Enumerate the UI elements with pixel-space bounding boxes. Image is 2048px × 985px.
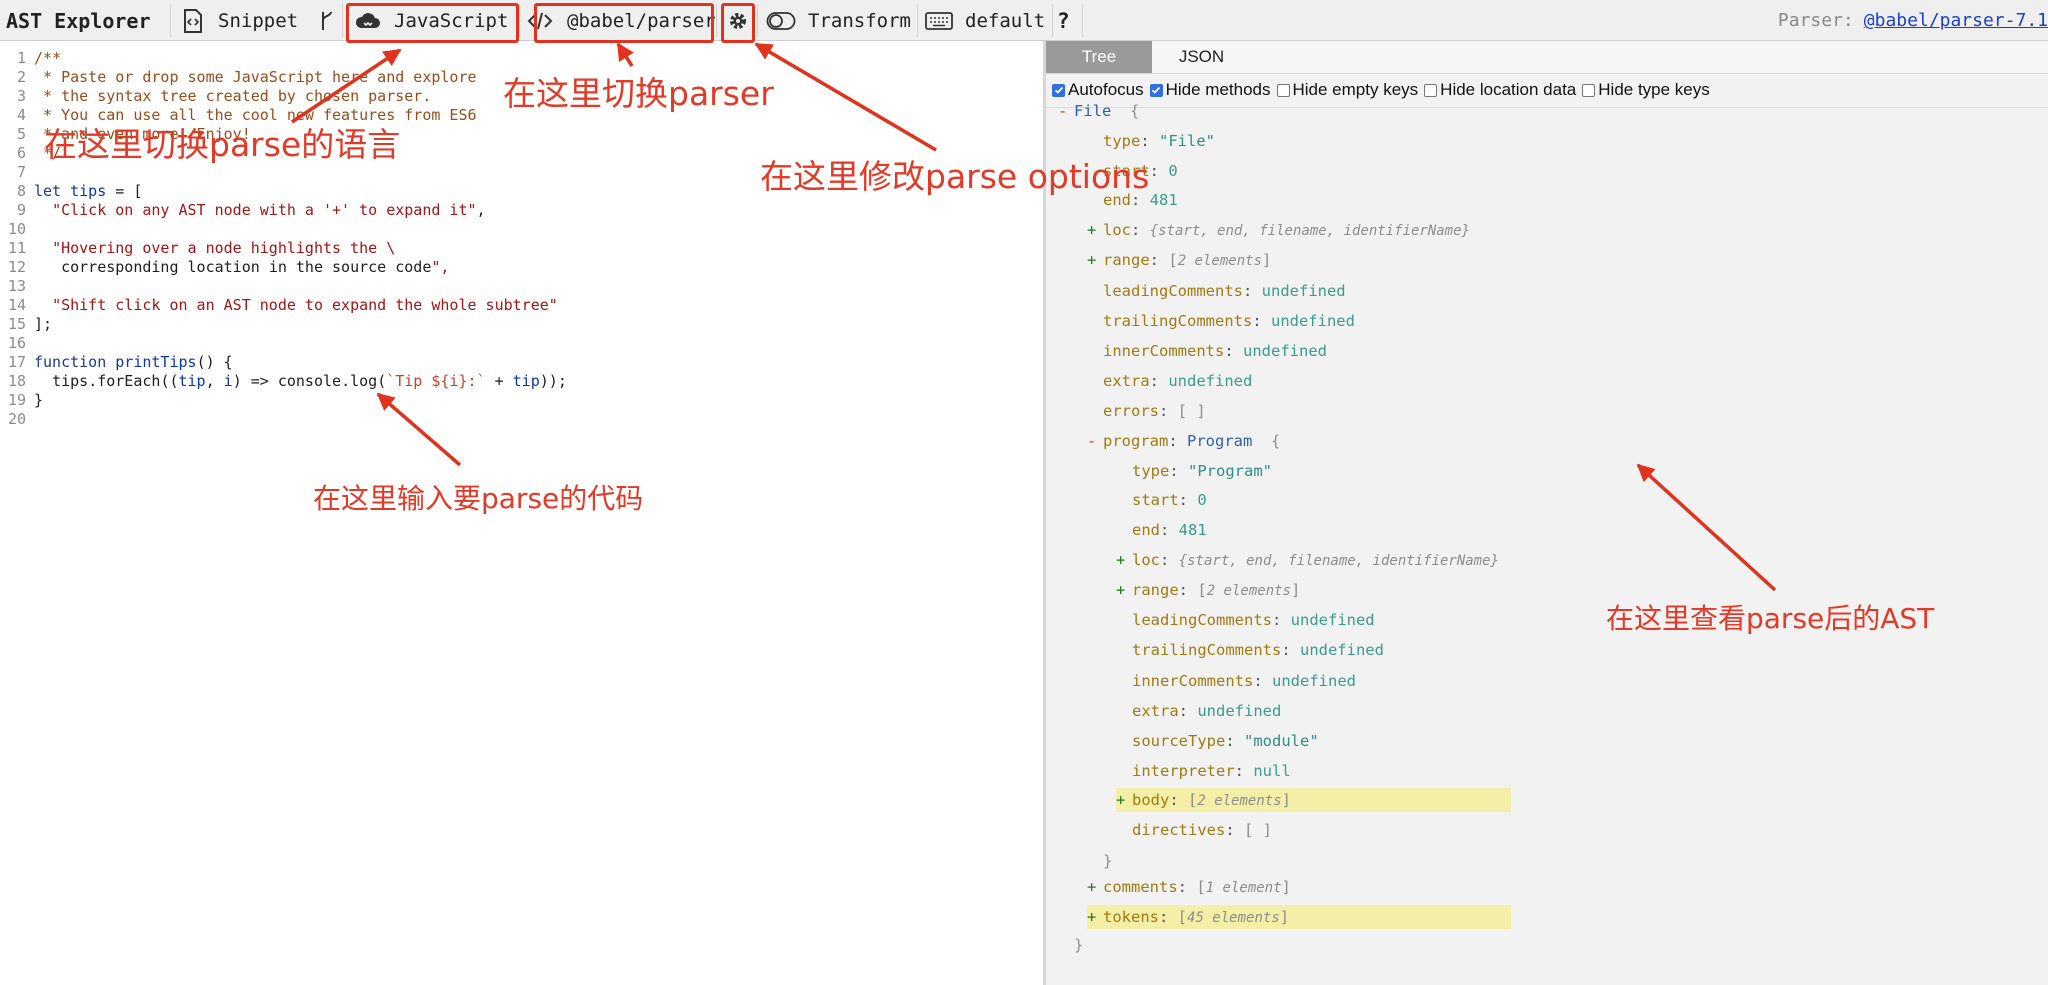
annotation-ast: 在这里查看parse后的AST [1606,602,1935,635]
annotation-parser: 在这里切换parser [503,74,774,113]
annotation-options: 在这里修改parse options [760,157,1150,196]
annotation-code: 在这里输入要parse的代码 [313,482,644,515]
annotation-language: 在这里切换parse的语言 [44,125,401,164]
